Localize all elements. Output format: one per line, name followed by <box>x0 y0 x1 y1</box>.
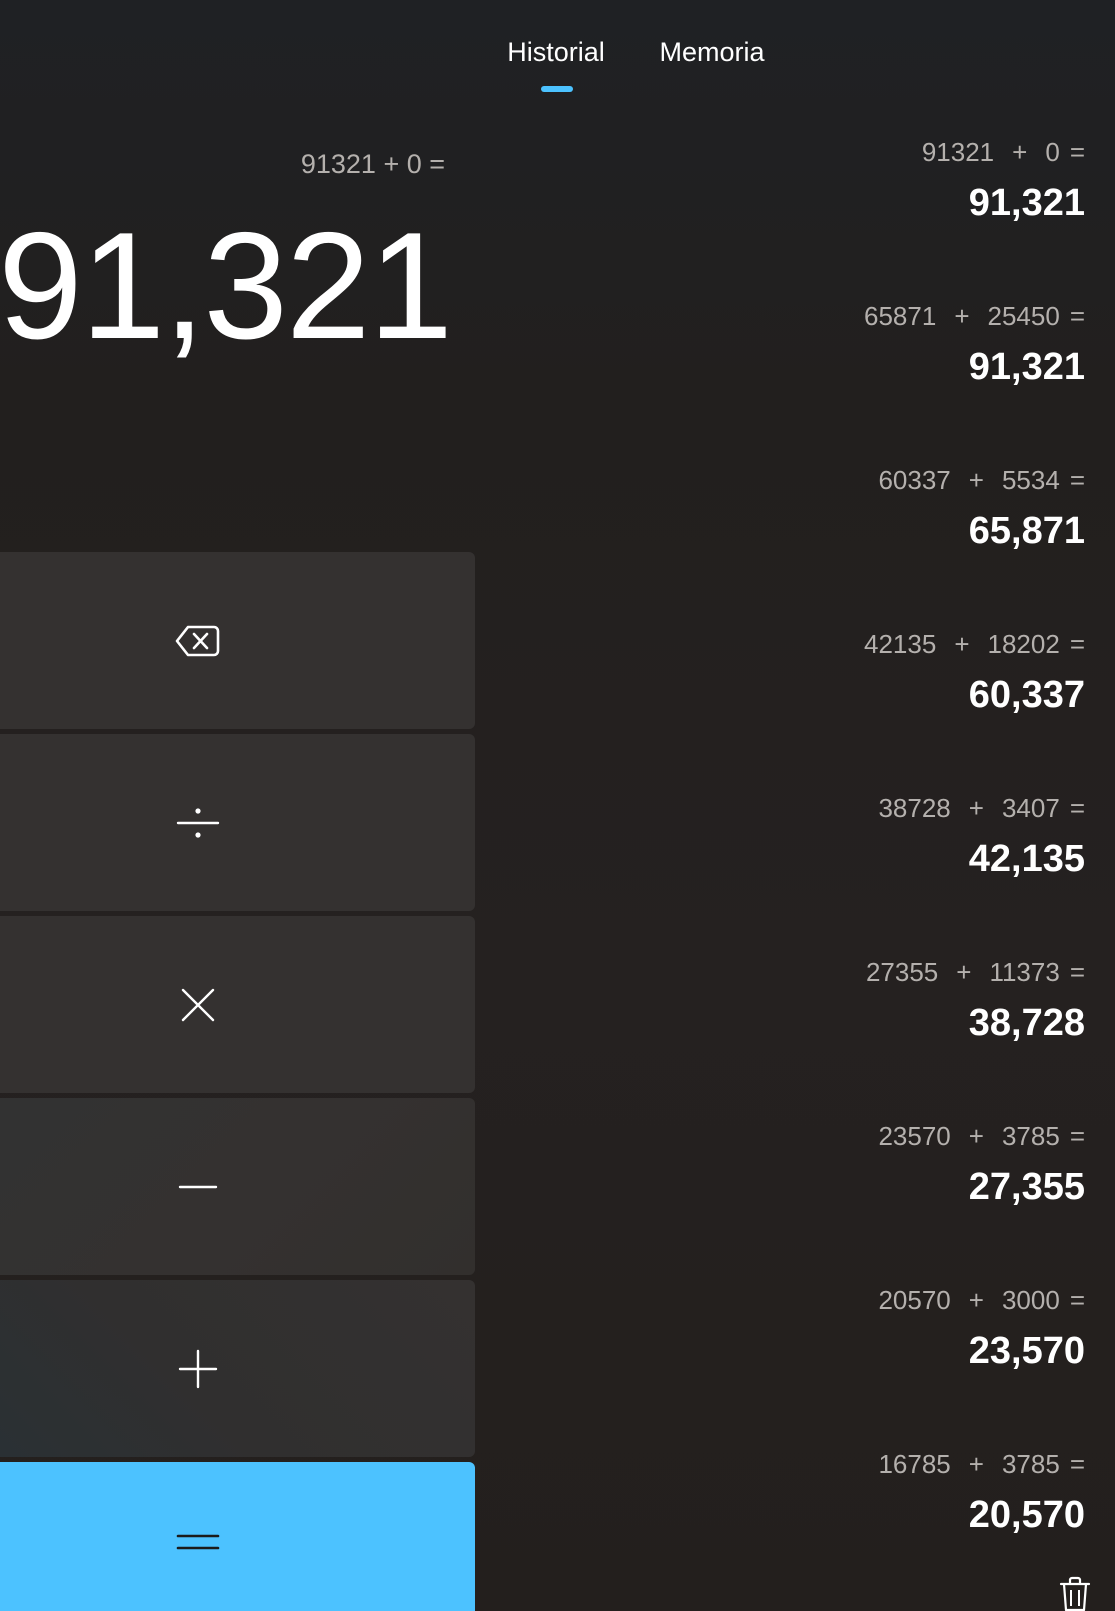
history-expression: 42135 +18202 = <box>864 629 1085 659</box>
history-expression: 65871 +25450 = <box>864 301 1085 331</box>
history-result: 38,728 <box>968 1002 1085 1044</box>
tab-selected-indicator <box>541 86 573 92</box>
history-expression: 27355 +11373 = <box>865 957 1085 987</box>
history-result: 65,871 <box>968 510 1085 552</box>
tab-memoria[interactable]: Memoria <box>650 30 774 74</box>
minus-icon <box>178 1185 218 1188</box>
tab-historial[interactable]: Historial <box>496 30 616 74</box>
history-expression: 16785 +3785 = <box>878 1449 1085 1479</box>
multiply-button[interactable] <box>0 916 475 1093</box>
history-item[interactable]: 65871 +25450 = 91,321 <box>500 292 1085 456</box>
history-expression: 38728 +3407 = <box>878 793 1085 823</box>
history-item[interactable]: 16785 +3785 = 20,570 <box>500 1440 1085 1604</box>
history-item[interactable]: 60337 +5534 = 65,871 <box>500 456 1085 620</box>
history-result: 23,570 <box>968 1330 1085 1372</box>
history-item[interactable]: 20570 +3000 = 23,570 <box>500 1276 1085 1440</box>
backspace-icon <box>175 625 220 656</box>
history-expression: 60337 +5534 = <box>878 465 1085 495</box>
history-result: 91,321 <box>968 182 1085 224</box>
history-item[interactable]: 42135 +18202 = 60,337 <box>500 620 1085 784</box>
divide-button[interactable] <box>0 734 475 911</box>
backspace-button[interactable] <box>0 552 475 729</box>
divide-icon <box>176 807 220 838</box>
history-expression: 91321 +0 = <box>921 137 1085 167</box>
expression-display: 91321 + 0 = <box>300 149 445 179</box>
history-expression: 20570 +3000 = <box>878 1285 1085 1315</box>
multiply-icon <box>181 988 215 1021</box>
history-item[interactable]: 23570 +3785 = 27,355 <box>500 1112 1085 1276</box>
history-memory-tabs: Historial Memoria <box>0 0 1115 100</box>
equals-button[interactable] <box>0 1462 475 1611</box>
plus-icon <box>178 1349 218 1388</box>
calculator-window: Historial Memoria 91321 + 0 = 91,321 913… <box>0 0 1115 1611</box>
history-result: 60,337 <box>968 674 1085 716</box>
history-item[interactable]: 91321 +0 = 91,321 <box>500 128 1085 292</box>
history-expression: 23570 +3785 = <box>878 1121 1085 1151</box>
history-item[interactable]: 38728 +3407 = 42,135 <box>500 784 1085 948</box>
equals-icon <box>176 1534 220 1550</box>
history-result: 27,355 <box>968 1166 1085 1208</box>
history-result: 20,570 <box>968 1494 1085 1536</box>
minus-button[interactable] <box>0 1098 475 1275</box>
trash-icon[interactable] <box>1058 1576 1092 1611</box>
history-result: 91,321 <box>968 346 1085 388</box>
history-item[interactable]: 27355 +11373 = 38,728 <box>500 948 1085 1112</box>
plus-button[interactable] <box>0 1280 475 1457</box>
result-display: 91,321 <box>0 201 453 371</box>
history-result: 42,135 <box>968 838 1085 880</box>
